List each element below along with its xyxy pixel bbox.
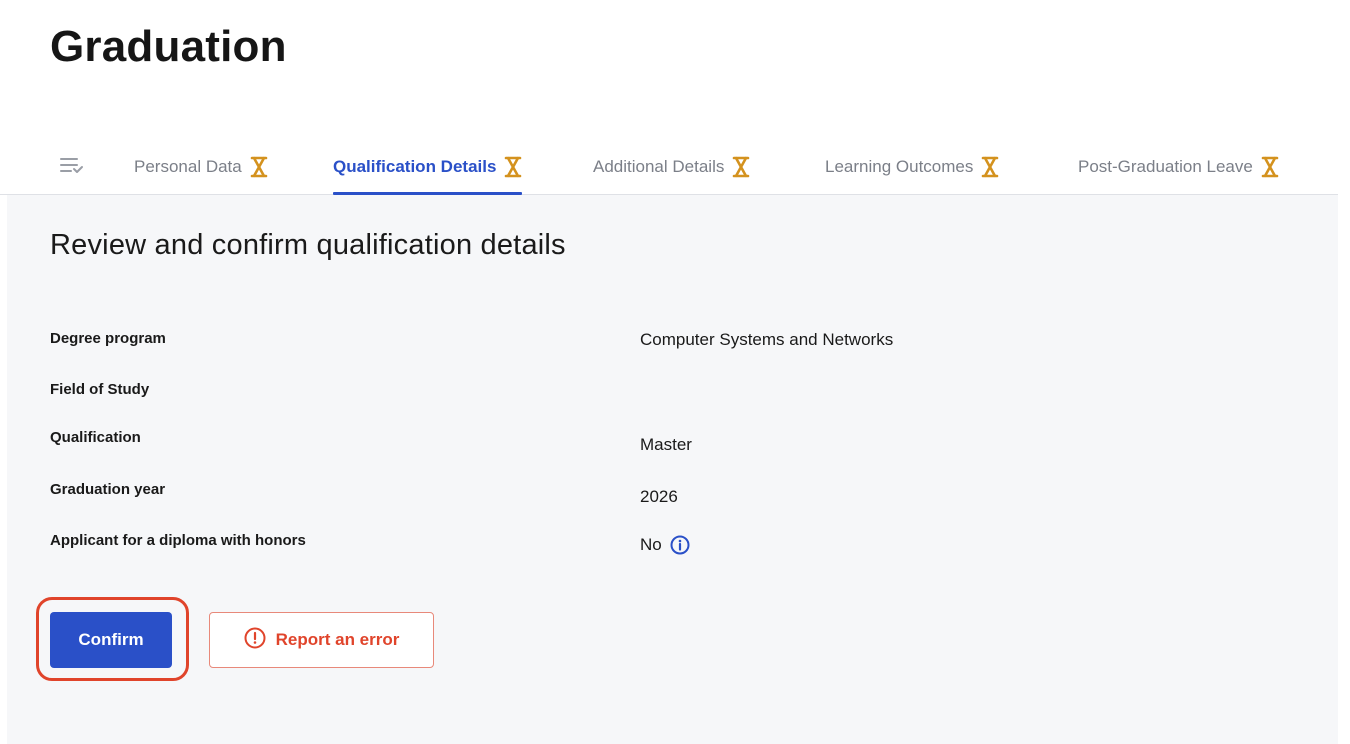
hourglass-icon [1261,156,1279,178]
tab-label: Learning Outcomes [825,157,974,176]
detail-label: Degree program [50,330,166,347]
hourglass-icon [981,156,999,178]
tab-post-graduation-leave[interactable]: Post-Graduation Leave [1078,140,1279,194]
detail-row-degree-program: Degree program Computer Systems and Netw… [50,330,1250,360]
tab-additional-details[interactable]: Additional Details [593,140,750,194]
tab-label: Additional Details [593,157,725,176]
tab-personal-data[interactable]: Personal Data [134,140,268,194]
detail-label: Qualification [50,429,141,446]
tab-qualification-details[interactable]: Qualification Details [333,140,523,195]
tab-menu[interactable] [60,140,84,194]
graduation-year-value: 2026 [640,487,678,506]
detail-value: Computer Systems and Networks [640,330,893,350]
hourglass-icon [504,156,522,178]
page-title: Graduation [50,22,287,71]
detail-row-graduation-year: Graduation year 2026 [50,481,1250,511]
section-title: Review and confirm qualification details [50,229,566,261]
info-icon[interactable] [670,535,690,555]
qualification-details-panel: Review and confirm qualification details… [7,195,1338,744]
tab-label: Qualification Details [333,157,497,176]
report-error-button[interactable]: Report an error [209,612,434,668]
detail-value: Master [640,435,692,455]
confirm-button[interactable]: Confirm [50,612,172,668]
detail-label: Applicant for a diploma with honors [50,532,306,549]
detail-label: Graduation year [50,481,166,498]
checklist-menu-icon [60,156,84,179]
degree-program-value: Computer Systems and Networks [640,330,894,349]
qualification-value: Master [640,435,692,454]
hourglass-icon [250,156,268,178]
detail-value: No [640,535,690,555]
tab-learning-outcomes[interactable]: Learning Outcomes [825,140,999,194]
detail-row-qualification: Qualification Master [50,429,1250,459]
tab-label: Post-Graduation Leave [1078,157,1253,176]
detail-row-honors: Applicant for a diploma with honors No [50,532,1250,562]
detail-label: Field of Study [50,381,150,398]
detail-row-field-of-study: Field of Study [50,381,1250,411]
hourglass-icon [732,156,750,178]
tab-label: Personal Data [134,157,242,176]
detail-value: 2026 [640,487,678,507]
honors-value: No [640,535,662,554]
step-tabs: Personal Data Qualification Details Addi… [0,140,1338,195]
report-error-label: Report an error [275,630,400,649]
alert-circle-icon [244,627,266,654]
